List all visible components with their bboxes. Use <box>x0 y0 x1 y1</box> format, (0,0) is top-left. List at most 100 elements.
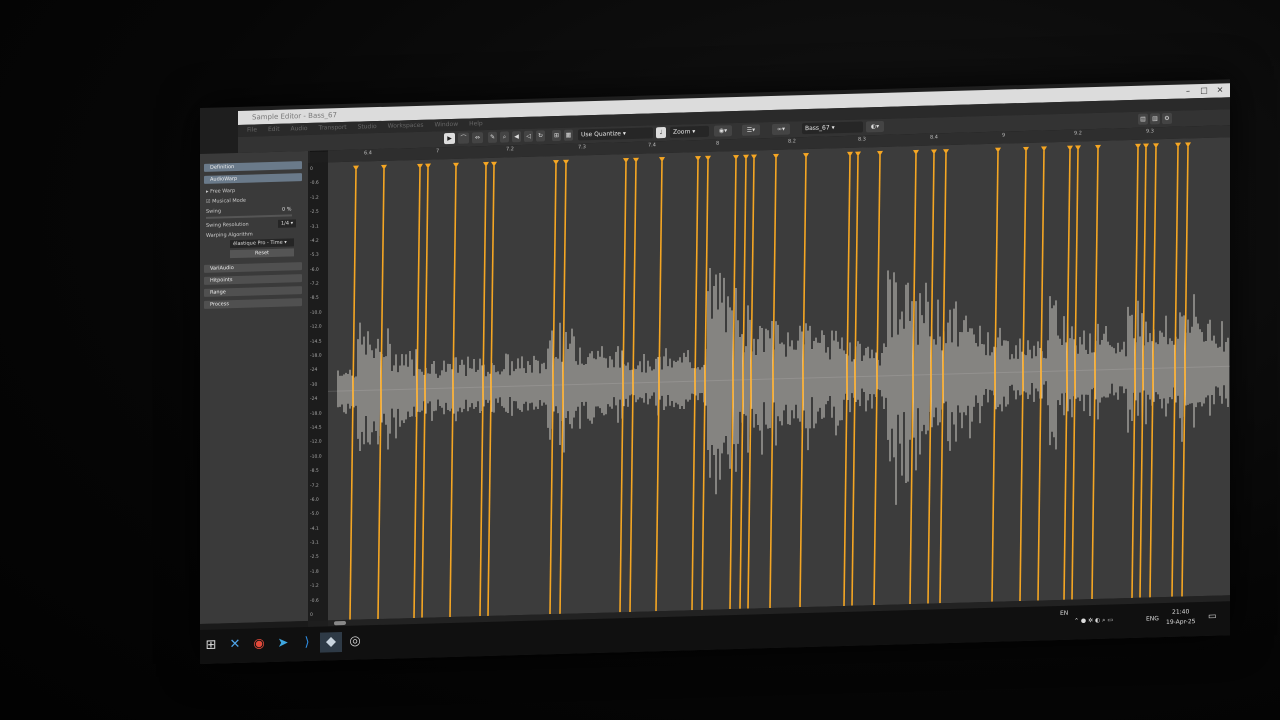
section-hitpoints[interactable]: Hitpoints <box>204 274 302 285</box>
ruler-label: 7 <box>436 148 440 155</box>
language-indicator[interactable]: ENG <box>1146 615 1159 622</box>
speaker-icon[interactable]: ◐▾ <box>866 120 884 133</box>
level-scale-label: -8.5 <box>310 296 319 302</box>
grid-icon[interactable]: ▦ <box>564 129 573 141</box>
telegram-icon[interactable]: ➤ <box>272 633 294 654</box>
level-scale-label: -5.0 <box>310 511 319 518</box>
section-range[interactable]: Range <box>204 286 302 297</box>
level-scale: 0 -0.6 -1.2 -2.5 -3.1 -4.2 -5.3 -6.0 -7.2 -8.5 -10… <box>308 162 328 621</box>
level-scale-label: -1.2 <box>310 195 319 201</box>
vscode-icon[interactable]: ⟩ <box>296 633 318 654</box>
swing-value[interactable]: 0 % <box>282 205 292 213</box>
reset-button[interactable]: Reset <box>230 248 294 259</box>
section-hitpoints-label: Hitpoints <box>210 277 233 284</box>
maximize-icon[interactable]: □ <box>1196 84 1212 98</box>
section-process[interactable]: Process <box>204 298 302 309</box>
monitor-screen: Sample Editor - Bass_67 – □ ✕ File Edit … <box>200 79 1230 664</box>
list-icon[interactable]: ☰▾ <box>742 124 760 136</box>
level-scale-label: -3.1 <box>310 224 319 230</box>
level-scale-label: 0 <box>310 612 313 618</box>
swing-resolution-value: 1/4 <box>281 220 290 227</box>
level-scale-label: -4.2 <box>310 238 319 244</box>
layout-right-icon[interactable]: ▥ <box>1150 113 1160 125</box>
layout-left-icon[interactable]: ▤ <box>1138 113 1148 125</box>
link-icon[interactable]: ∞▾ <box>772 123 790 136</box>
cubase-icon[interactable]: ◆ <box>320 632 342 653</box>
menu-studio[interactable]: Studio <box>358 123 377 131</box>
draw-tool-icon[interactable]: ✎ <box>488 131 497 143</box>
level-scale-label: -24 <box>310 396 318 403</box>
zoom-label: Zoom <box>673 128 691 136</box>
waveform-canvas[interactable] <box>328 137 1230 620</box>
minimize-icon[interactable]: – <box>1180 84 1196 98</box>
menu-window[interactable]: Window <box>434 121 458 129</box>
level-scale-label: -7.2 <box>310 483 319 489</box>
ruler-label: 9 <box>1002 132 1006 139</box>
scrub-tool-icon[interactable]: ◁ <box>524 130 533 142</box>
menu-edit[interactable]: Edit <box>268 126 280 133</box>
warping-algorithm-label: Warping Algorithm <box>206 231 253 239</box>
waveform-editor[interactable] <box>328 137 1230 621</box>
menu-help[interactable]: Help <box>469 120 483 127</box>
section-process-label: Process <box>210 301 229 308</box>
visibility-icon[interactable]: ◉▾ <box>714 125 732 137</box>
scrollbar-thumb[interactable] <box>334 620 346 626</box>
level-scale-label: -4.1 <box>310 526 319 532</box>
level-scale-label: -12.0 <box>310 324 322 331</box>
close-icon[interactable]: ✕ <box>1212 83 1228 97</box>
inspector-panel: Definition AudioWarp ▸ Free Warp ☑ Music… <box>200 150 310 624</box>
clock-time[interactable]: 21:40 <box>1172 608 1189 615</box>
musical-mode-checkbox[interactable]: ☑ Musical Mode <box>206 197 246 206</box>
warping-algorithm-dropdown[interactable]: élastique Pro - Time ▾ <box>230 238 294 249</box>
clock-date[interactable]: 19-Apr-25 <box>1166 618 1195 626</box>
warping-algorithm-value: élastique Pro - Time <box>233 239 283 248</box>
ruler-label: 8 <box>716 140 720 147</box>
free-warp-toggle[interactable]: ▸ Free Warp <box>206 187 235 196</box>
section-audiowarp[interactable]: AudioWarp <box>204 173 302 184</box>
zoom-dropdown[interactable]: Zoom ▾ <box>670 125 709 138</box>
object-select-tool-icon[interactable]: ▶ <box>444 132 455 145</box>
event-dropdown[interactable]: Bass_67 ▾ <box>802 121 863 135</box>
xmind-icon[interactable]: ✕ <box>224 635 246 656</box>
snap-icon[interactable]: ⊞ <box>552 129 561 142</box>
ruler-label: 7.4 <box>648 142 656 149</box>
play-tool-icon[interactable]: ◀ <box>512 131 521 143</box>
level-scale-label: -3.1 <box>310 540 319 546</box>
musical-mode-label: Musical Mode <box>212 197 246 205</box>
chrome-icon[interactable]: ◉ <box>248 634 270 655</box>
ruler-label: 6.4 <box>364 150 372 157</box>
level-scale-label: -18.0 <box>310 411 322 417</box>
note-icon[interactable]: ♩ <box>656 126 666 139</box>
zoom-tool-icon[interactable]: ⌕ <box>500 131 509 143</box>
warp-tool-icon[interactable]: ⇔ <box>472 132 483 144</box>
menu-file[interactable]: File <box>247 126 257 133</box>
level-scale-label: -2.5 <box>310 209 319 216</box>
settings-gear-icon[interactable]: ⚙ <box>1162 112 1172 125</box>
level-scale-label: -24 <box>310 368 318 374</box>
menu-audio[interactable]: Audio <box>291 125 308 132</box>
range-tool-icon[interactable]: ⌒ <box>458 132 469 144</box>
section-variaudio[interactable]: VariAudio <box>204 262 302 273</box>
quantize-label: Use Quantize <box>581 130 621 139</box>
window-title: Sample Editor - Bass_67 <box>252 111 337 122</box>
level-scale-label: -1.2 <box>310 583 319 590</box>
loop-icon[interactable]: ↻ <box>536 130 545 142</box>
swing-resolution-dropdown[interactable]: 1/4 ▾ <box>278 219 297 228</box>
menu-workspaces[interactable]: Workspaces <box>388 122 424 130</box>
level-scale-label: -5.3 <box>310 252 319 259</box>
ruler-label: 8.2 <box>788 138 796 145</box>
level-scale-label: -30 <box>310 382 318 388</box>
windows-start-icon[interactable]: ⊞ <box>200 635 222 656</box>
language-short[interactable]: EN <box>1060 610 1068 617</box>
level-scale-label: -12.0 <box>310 439 322 446</box>
quantize-dropdown[interactable]: Use Quantize ▾ <box>578 127 653 141</box>
section-range-label: Range <box>210 289 226 296</box>
obs-icon[interactable]: ◎ <box>344 631 366 652</box>
level-scale-label: -14.5 <box>310 339 322 345</box>
tray-icons[interactable]: ⌃ ● ✲ ◐ ⌕ ▭ <box>1074 616 1113 625</box>
level-scale-label: -0.6 <box>310 598 319 604</box>
menu-transport[interactable]: Transport <box>319 124 347 132</box>
section-definition[interactable]: Definition <box>204 161 302 172</box>
ruler-label: 8.4 <box>930 134 938 141</box>
notifications-icon[interactable]: ▭ <box>1208 612 1217 622</box>
